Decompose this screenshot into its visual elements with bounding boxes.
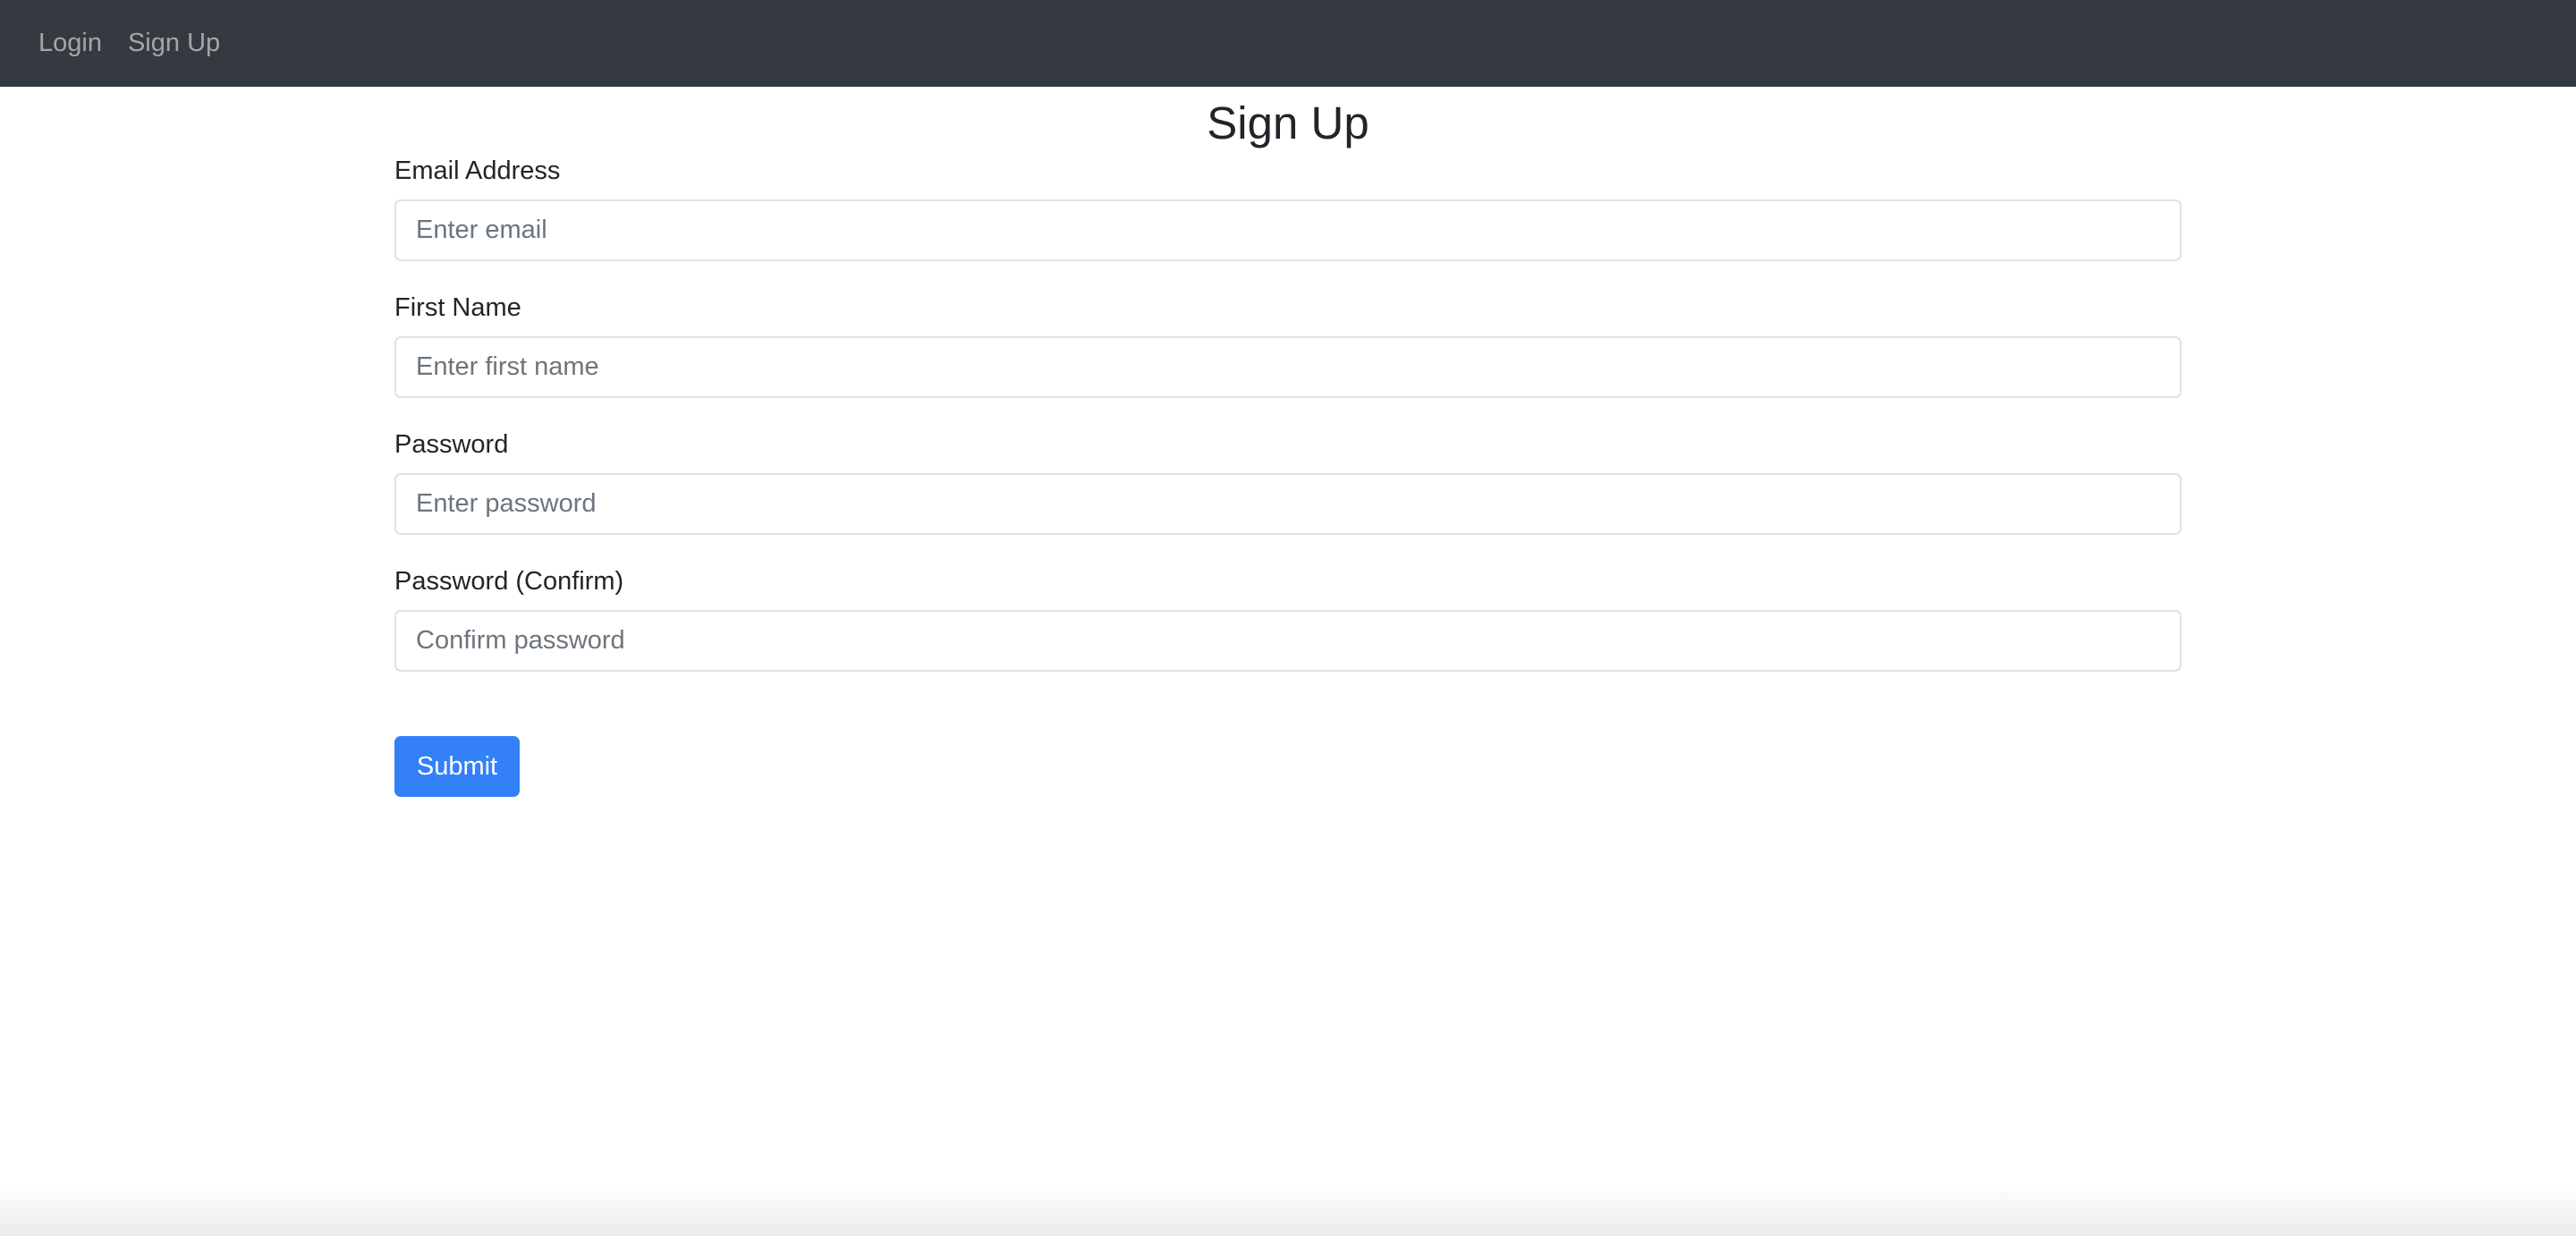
bottom-shadow [0,1182,2576,1236]
password-input[interactable] [394,473,2182,535]
nav-link-login[interactable]: Login [38,30,102,56]
first-name-input[interactable] [394,336,2182,398]
email-input[interactable] [394,199,2182,261]
email-group: Email Address [394,155,2182,261]
password-group: Password [394,428,2182,535]
email-label: Email Address [394,157,561,185]
password-confirm-input[interactable] [394,610,2182,672]
first-name-group: First Name [394,292,2182,398]
page-title: Sign Up [1207,97,1369,148]
signup-form: Email Address First Name Password Passwo… [394,155,2182,797]
password-confirm-label: Password (Confirm) [394,567,624,596]
submit-button[interactable]: Submit [394,736,520,797]
navbar: Login Sign Up [0,0,2576,87]
password-label: Password [394,430,509,459]
signup-form-container: Sign Up Email Address First Name Passwor… [394,87,2182,797]
first-name-label: First Name [394,293,521,322]
password-confirm-group: Password (Confirm) [394,565,2182,672]
nav-link-sign-up[interactable]: Sign Up [128,30,220,56]
